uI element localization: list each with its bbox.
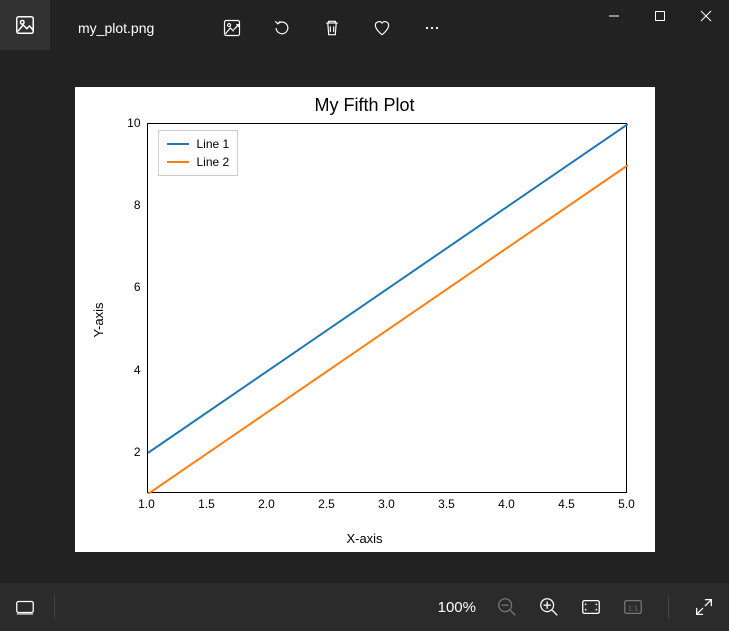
plot-image: My Fifth Plot Y-axis X-axis Line 1 Line 2…	[75, 87, 655, 552]
zoom-out-icon[interactable]	[496, 596, 518, 618]
zoom-percent: 100%	[438, 599, 476, 616]
x-tick: 4.0	[498, 497, 515, 511]
legend-item: Line 2	[167, 153, 230, 171]
y-tick: 2	[117, 445, 141, 459]
separator	[54, 595, 55, 619]
fullscreen-icon[interactable]	[693, 596, 715, 618]
file-title: my_plot.png	[50, 0, 210, 56]
gallery-icon[interactable]	[14, 596, 36, 618]
y-tick: 4	[117, 363, 141, 377]
y-tick: 10	[117, 116, 141, 130]
rotate-icon[interactable]	[270, 16, 294, 40]
svg-text:1:1: 1:1	[628, 604, 638, 613]
edit-icon[interactable]	[220, 16, 244, 40]
separator	[668, 595, 669, 619]
x-tick: 3.0	[378, 497, 395, 511]
more-icon[interactable]	[420, 16, 444, 40]
x-tick: 1.5	[198, 497, 215, 511]
legend-item: Line 1	[167, 135, 230, 153]
image-viewport[interactable]: My Fifth Plot Y-axis X-axis Line 1 Line 2…	[0, 56, 729, 583]
y-tick: 6	[117, 280, 141, 294]
minimize-button[interactable]	[591, 0, 637, 32]
fit-screen-icon[interactable]	[580, 596, 602, 618]
chart-title: My Fifth Plot	[75, 95, 655, 116]
close-button[interactable]	[683, 0, 729, 32]
delete-icon[interactable]	[320, 16, 344, 40]
actual-size-icon[interactable]: 1:1	[622, 596, 644, 618]
y-axis-label: Y-axis	[90, 302, 105, 337]
y-tick: 8	[117, 198, 141, 212]
x-tick: 5.0	[618, 497, 635, 511]
maximize-button[interactable]	[637, 0, 683, 32]
x-tick: 2.5	[318, 497, 335, 511]
x-tick: 1.0	[138, 497, 155, 511]
zoom-in-icon[interactable]	[538, 596, 560, 618]
x-axis-label: X-axis	[75, 531, 655, 546]
app-icon[interactable]	[0, 0, 50, 50]
x-tick: 3.5	[438, 497, 455, 511]
x-tick: 4.5	[558, 497, 575, 511]
x-tick: 2.0	[258, 497, 275, 511]
legend: Line 1 Line 2	[158, 130, 239, 176]
legend-label: Line 2	[197, 155, 230, 169]
favorite-icon[interactable]	[370, 16, 394, 40]
legend-label: Line 1	[197, 137, 230, 151]
